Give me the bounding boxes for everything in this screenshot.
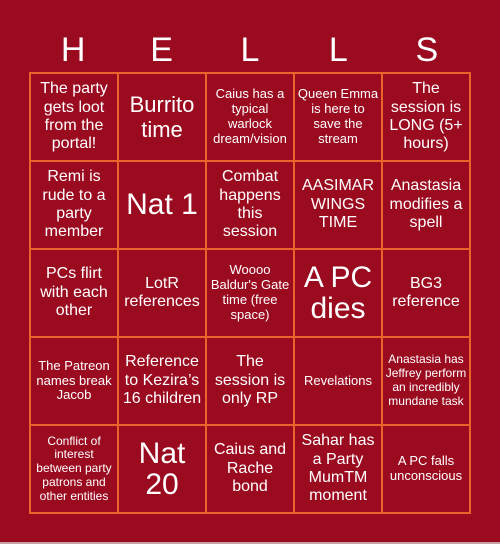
bingo-cell[interactable]: A PC falls unconscious [382,425,470,513]
bingo-cell[interactable]: Nat 20 [118,425,206,513]
bingo-cell[interactable]: Caius and Rache bond [206,425,294,513]
bingo-cell[interactable]: Anastasia modifies a spell [382,161,470,249]
bingo-cell[interactable]: Burrito time [118,73,206,161]
header-letter: E [150,31,173,69]
bingo-cell[interactable]: PCs flirt with each other [30,249,118,337]
bingo-cell[interactable]: The session is LONG (5+ hours) [382,73,470,161]
bingo-cell-free-space[interactable]: Woooo Baldur's Gate time (free space) [206,249,294,337]
bingo-cell[interactable]: Reference to Kezira’s 16 children [118,337,206,425]
bingo-cell[interactable]: The session is only RP [206,337,294,425]
bingo-cell[interactable]: Queen Emma is here to save the stream [294,73,382,161]
header-letter: L [328,31,348,69]
bingo-cell[interactable]: AASIMAR WINGS TIME [294,161,382,249]
bingo-cell[interactable]: A PC dies [294,249,382,337]
bingo-cell[interactable]: Anastasia has Jeffrey perform an incredi… [382,337,470,425]
bingo-cell[interactable]: Combat happens this session [206,161,294,249]
bingo-cell[interactable]: Conflict of interest between party patro… [30,425,118,513]
bingo-cell[interactable]: Remi is rude to a party member [30,161,118,249]
bingo-cell[interactable]: The Patreon names break Jacob [30,337,118,425]
header-letter: S [415,31,439,69]
bingo-cell[interactable]: Nat 1 [118,161,206,249]
bingo-cell[interactable]: The party gets loot from the portal! [30,73,118,161]
header-letter: L [240,31,260,69]
bingo-cell[interactable]: BG3 reference [382,249,470,337]
bingo-cell[interactable]: Caius has a typical warlock dream/vision [206,73,294,161]
bingo-header: H E L L S [29,28,471,72]
header-letter: H [60,31,86,69]
bingo-cell[interactable]: LotR references [118,249,206,337]
bingo-card: The party gets loot from the portal! Bur… [29,72,471,514]
bingo-cell[interactable]: Sahar has a Party MumTM moment [294,425,382,513]
bingo-cell[interactable]: Revelations [294,337,382,425]
